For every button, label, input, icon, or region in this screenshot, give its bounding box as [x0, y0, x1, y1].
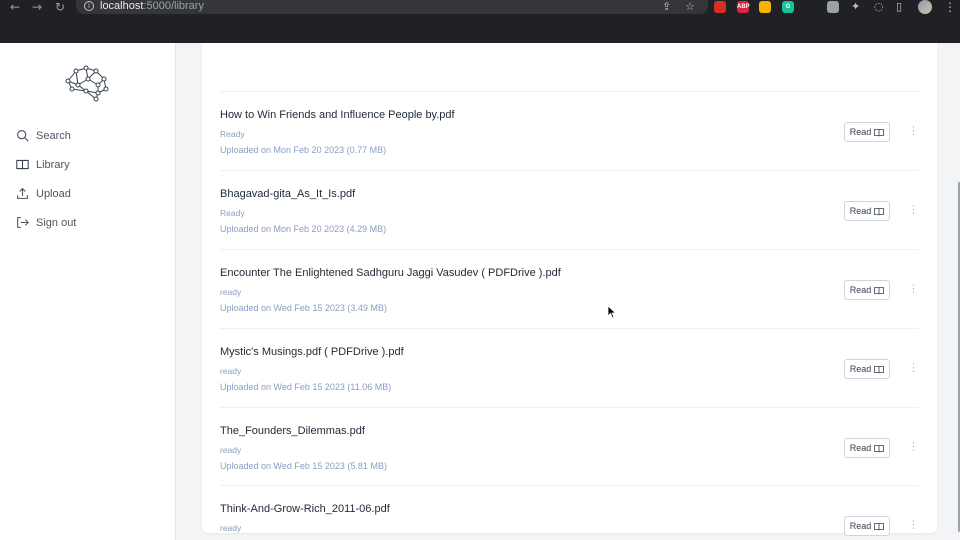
sidebar-item-upload[interactable]: Upload — [16, 179, 76, 208]
book-open-icon — [874, 365, 885, 373]
site-info-icon[interactable]: i — [84, 1, 94, 11]
sidebar: Search Library Upload Sign out — [0, 43, 176, 540]
read-button[interactable]: Read — [844, 438, 890, 458]
read-button[interactable]: Read — [844, 280, 890, 300]
library-card: How to Win Friends and Influence People … — [202, 43, 937, 540]
document-title: Bhagavad-gita_As_It_Is.pdf — [220, 188, 356, 200]
library-row: How to Win Friends and Influence People … — [220, 91, 919, 170]
ext-misc-icon[interactable]: ◌ — [874, 0, 884, 13]
sidebar-nav: Search Library Upload Sign out — [16, 121, 76, 237]
library-row: Bhagavad-gita_As_It_Is.pdf Ready Uploaded … — [220, 170, 919, 249]
main-content: How to Win Friends and Influence People … — [177, 43, 955, 540]
document-title: Mystic's Musings.pdf ( PDFDrive ).pdf — [220, 346, 404, 358]
read-button-label: Read — [849, 364, 872, 374]
bookmark-star-icon[interactable]: ☆ — [685, 0, 695, 13]
sidebar-item-label: Library — [36, 158, 70, 171]
keep-ext-icon[interactable] — [759, 1, 771, 13]
extensions-puzzle-icon[interactable]: ✦ — [851, 0, 860, 13]
row-options-icon[interactable]: ⋮ — [908, 362, 919, 374]
forward-icon[interactable]: → — [30, 0, 44, 14]
book-open-icon — [874, 207, 885, 215]
notion-ext-icon[interactable] — [827, 1, 839, 13]
read-button-label: Read — [849, 127, 872, 137]
row-options-icon[interactable]: ⋮ — [908, 204, 919, 216]
document-title: Think-And-Grow-Rich_2011-06.pdf — [220, 503, 390, 515]
document-status: ready — [220, 366, 242, 376]
sidebar-item-sign-out[interactable]: Sign out — [16, 208, 76, 237]
back-icon[interactable]: ← — [8, 0, 22, 14]
row-options-icon[interactable]: ⋮ — [908, 441, 919, 453]
document-upload-info: Uploaded on Mon Feb 20 2023 (0.77 MB) — [220, 145, 387, 155]
library-row: Encounter The Enlightened Sadhguru Jaggi… — [220, 249, 919, 328]
document-status: ready — [220, 287, 242, 297]
chrome-menu-icon[interactable]: ⋮ — [944, 0, 956, 14]
library-row: The_Founders_Dilemmas.pdfready Uploaded o… — [220, 407, 919, 486]
address-bar[interactable]: i localhost:5000/library ⇪ ☆ — [76, 0, 708, 14]
book-open-icon — [874, 286, 885, 294]
grammarly-ext-icon[interactable]: G — [782, 1, 794, 13]
share-icon[interactable]: ⇪ — [662, 0, 671, 13]
browser-chrome: ← → ↻ i localhost:5000/library ⇪ ☆ ABP G … — [0, 0, 960, 43]
read-button[interactable]: Read — [844, 122, 890, 142]
sidebar-item-library[interactable]: Library — [16, 150, 76, 179]
read-button[interactable]: Read — [844, 359, 890, 379]
document-status: Ready — [220, 208, 245, 218]
row-options-icon[interactable]: ⋮ — [908, 283, 919, 295]
row-options-icon[interactable]: ⋮ — [908, 519, 919, 531]
book-open-icon — [874, 522, 885, 530]
book-open-icon — [874, 128, 885, 136]
adblock-ext-icon[interactable]: ABP — [737, 1, 750, 13]
reload-icon[interactable]: ↻ — [53, 0, 67, 14]
sidebar-item-label: Search — [36, 129, 71, 142]
sidebar-item-label: Upload — [36, 187, 71, 200]
sign-out-icon — [17, 217, 29, 228]
document-status: Ready — [220, 129, 245, 139]
document-title: How to Win Friends and Influence People … — [220, 109, 455, 121]
react-ext-icon[interactable] — [804, 1, 816, 13]
library-row: Think-And-Grow-Rich_2011-06.pdfreadyUplo… — [220, 485, 919, 540]
document-title: Encounter The Enlightened Sadhguru Jaggi… — [220, 267, 561, 279]
book-open-icon — [874, 444, 885, 452]
read-button[interactable]: Read — [844, 516, 890, 536]
url-text[interactable]: localhost:5000/library — [100, 0, 204, 13]
profile-avatar[interactable] — [918, 0, 932, 14]
library-row: Mystic's Musings.pdf ( PDFDrive ).pdf rea… — [220, 328, 919, 407]
sidebar-item-label: Sign out — [36, 216, 77, 229]
document-title: The_Founders_Dilemmas.pdf — [220, 425, 365, 437]
shield-ext-icon[interactable] — [714, 1, 726, 13]
row-options-icon[interactable]: ⋮ — [908, 125, 919, 137]
search-icon — [17, 130, 29, 142]
mouse-cursor-icon — [607, 305, 617, 319]
document-upload-info: Uploaded on Wed Feb 15 2023 (11.06 MB) — [220, 382, 392, 392]
read-button-label: Read — [849, 443, 872, 453]
document-status: ready — [220, 523, 242, 533]
upload-icon — [17, 187, 28, 199]
document-status: ready — [220, 445, 242, 455]
brain-network-logo-icon — [65, 65, 109, 102]
read-button-label: Read — [849, 285, 872, 295]
document-upload-info: Uploaded on Mon Feb 20 2023 (4.29 MB) — [220, 224, 387, 234]
document-upload-info: Uploaded on Wed Feb 15 2023 (3.49 MB) — [220, 303, 387, 313]
read-button-label: Read — [849, 206, 872, 216]
side-panel-icon[interactable]: ▯ — [896, 0, 902, 13]
read-button-label: Read — [849, 521, 872, 531]
document-upload-info: Uploaded on Wed Feb 15 2023 (5.81 MB) — [220, 461, 387, 471]
book-open-icon — [16, 159, 29, 170]
sidebar-item-search[interactable]: Search — [16, 121, 76, 150]
read-button[interactable]: Read — [844, 201, 890, 221]
